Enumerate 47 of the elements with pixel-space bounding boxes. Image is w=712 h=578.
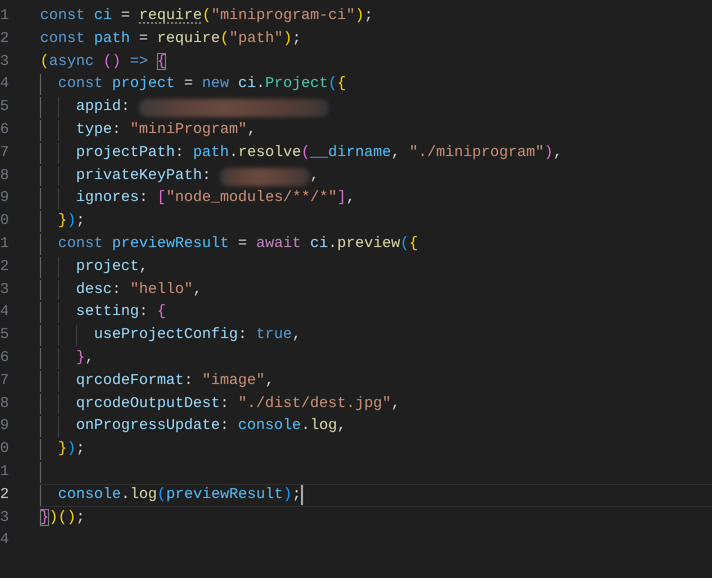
line-number: 9 [0, 416, 9, 436]
code-text: const ci = require("miniprogram-ci"); [40, 6, 374, 26]
code-text: }, [76, 348, 94, 368]
line-number: 7 [0, 370, 9, 391]
code-text: project, [76, 256, 148, 277]
code-text: }); [58, 439, 86, 460]
line-number: 8 [0, 166, 9, 186]
code-text: }); [58, 211, 86, 232]
line-number: 0 [0, 439, 9, 460]
code-text: const path = require("path"); [40, 28, 302, 49]
code-text: setting: { [76, 302, 166, 322]
code-text: })(); [40, 508, 86, 528]
code-text: (async () => { [40, 52, 166, 72]
line-number: 8 [0, 394, 9, 414]
line-number: 3 [0, 52, 9, 72]
line-number: 1 [0, 462, 9, 482]
code-text: ignores: ["node_modules/**/*"], [76, 188, 356, 208]
line-number: 5 [0, 325, 9, 346]
code-text: projectPath: path.resolve(__dirname, "./miniprogram"), [76, 142, 562, 163]
code-text: privateKeyPath: [76, 166, 212, 186]
line-number: 6 [0, 348, 9, 368]
line-number: 4 [0, 530, 9, 550]
code-text: desc: "hello", [76, 280, 202, 300]
line-number: 0 [0, 211, 9, 232]
line-number: 2 [0, 28, 9, 49]
line-number: 3 [0, 280, 9, 300]
code-text: qrcodeOutputDest: "./dist/dest.jpg", [76, 394, 400, 414]
code-text: qrcodeFormat: "image", [76, 370, 274, 391]
code-text: const project = new ci.Project({ [58, 74, 346, 94]
line-number: 2 [0, 484, 9, 505]
line-number: 2 [0, 256, 9, 277]
line-number: 1 [0, 6, 9, 26]
code-text: type: "miniProgram", [76, 120, 256, 140]
line-number: 1 [0, 234, 9, 254]
code-text: onProgressUpdate: console.log, [76, 416, 346, 436]
line-number: 7 [0, 142, 9, 163]
line-number: 4 [0, 74, 9, 94]
line-number: 9 [0, 188, 9, 208]
code-text: const previewResult = await ci.preview({ [58, 234, 418, 254]
line-number: 4 [0, 302, 9, 322]
line-number: 6 [0, 120, 9, 140]
code-text: , [310, 166, 320, 186]
code-text: useProjectConfig: true, [94, 325, 302, 346]
code-text: appid: [76, 97, 132, 118]
code-text: console.log(previewResult); [58, 484, 302, 505]
line-number: 5 [0, 97, 9, 118]
line-number: 3 [0, 508, 9, 528]
